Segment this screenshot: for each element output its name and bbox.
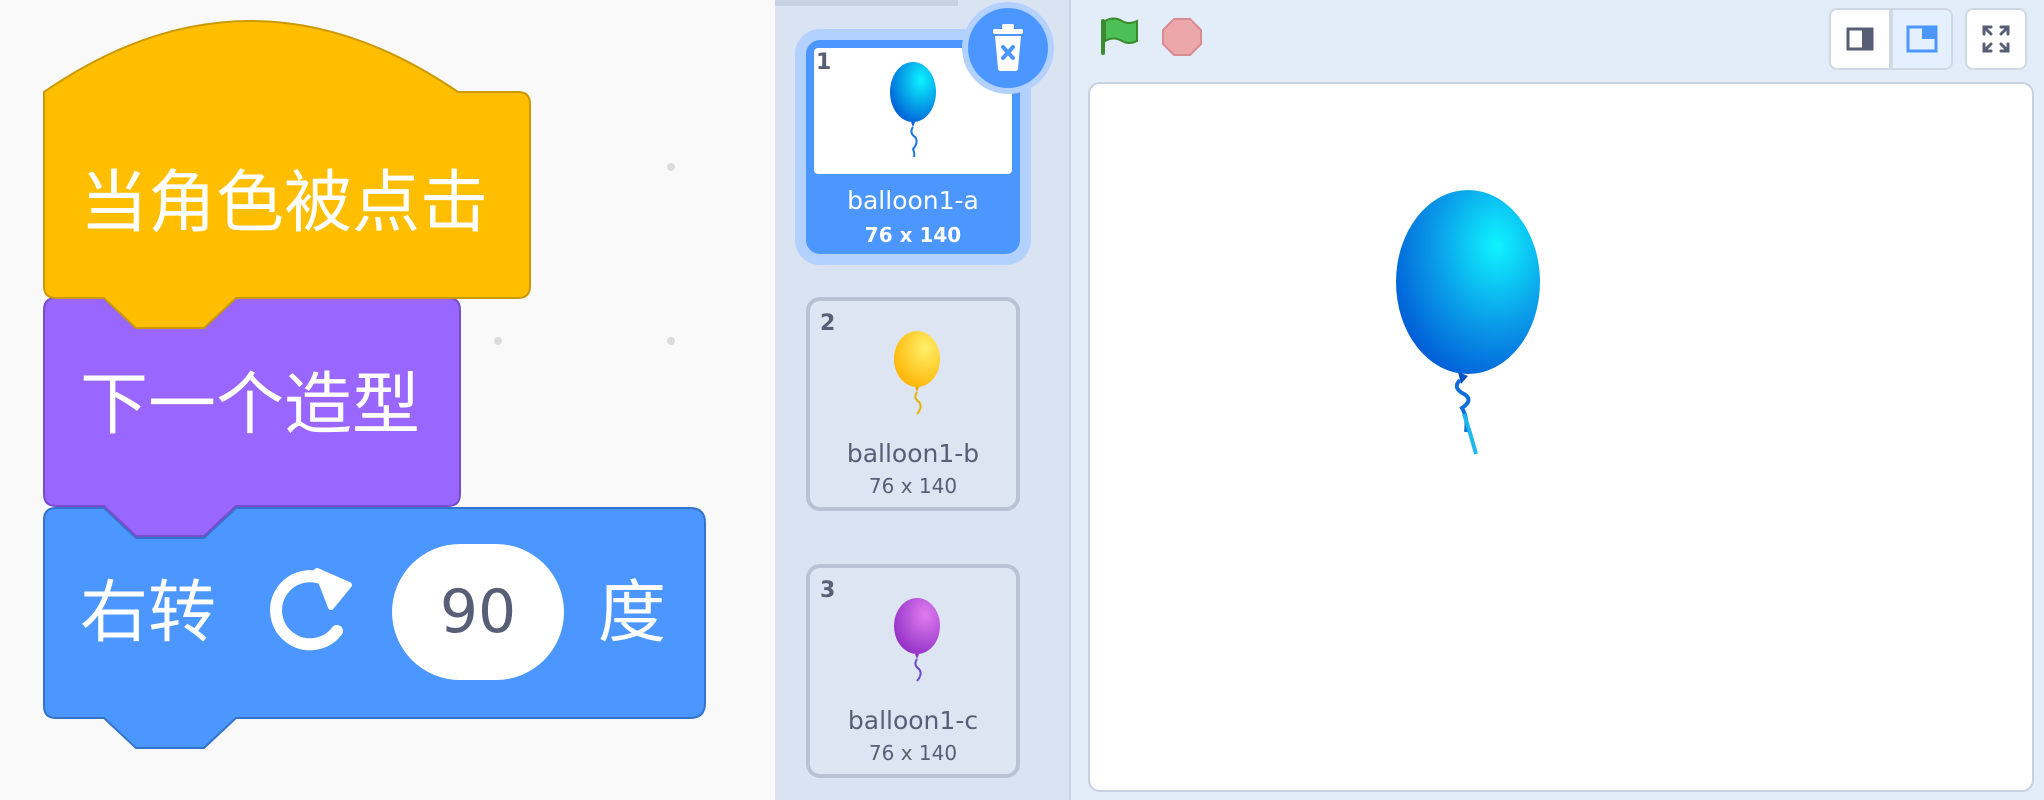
degrees-unit-label: 度	[598, 574, 667, 653]
fullscreen-icon	[1982, 25, 2010, 53]
costume-thumbnail	[818, 576, 1016, 702]
costume-size: 76 x 140	[868, 741, 958, 765]
costume-size: 76 x 140	[868, 474, 958, 498]
script-area[interactable]: 当角色被点击 下一个造型 右转 90 度	[0, 0, 775, 800]
trash-icon	[993, 24, 1023, 71]
fullscreen-button[interactable]	[1965, 8, 2027, 70]
costume-item-3[interactable]: 3 balloon1-c 76 x 140	[806, 564, 1020, 778]
costume-number: 3	[820, 578, 836, 603]
costume-name: balloon1-a	[847, 186, 979, 215]
costume-number: 2	[820, 311, 836, 336]
next-costume-label: 下一个造型	[80, 366, 421, 445]
when-sprite-clicked-label: 当角色被点击	[80, 164, 489, 243]
stage-area	[1071, 0, 2044, 800]
costume-list: 1 balloon1-a 76 x 140 2 balloon1-b 76 x …	[775, 0, 1071, 800]
costume-number: 1	[816, 50, 832, 75]
balloon-icon	[890, 62, 936, 122]
delete-costume-button[interactable]	[968, 8, 1048, 88]
costume-name: balloon1-c	[847, 706, 979, 735]
balloon-icon	[1396, 190, 1540, 374]
stop-icon[interactable]	[1159, 14, 1205, 60]
stage-canvas[interactable]	[1088, 82, 2034, 792]
degrees-input[interactable]: 90	[392, 544, 564, 680]
costume-thumbnail	[818, 309, 1016, 435]
balloon-icon	[894, 598, 940, 654]
costume-item-2[interactable]: 2 balloon1-b 76 x 140	[806, 297, 1020, 511]
turn-right-label: 右转	[80, 574, 217, 653]
panel-divider	[775, 0, 958, 6]
costume-size: 76 x 140	[864, 223, 962, 247]
costume-name: balloon1-b	[846, 439, 980, 468]
green-flag-icon[interactable]	[1095, 14, 1141, 60]
small-stage-icon	[1846, 27, 1874, 51]
normal-stage-button[interactable]	[1891, 8, 1953, 70]
balloon-icon	[894, 331, 940, 387]
normal-stage-icon	[1906, 25, 1938, 53]
balloon-sprite[interactable]	[1090, 84, 2032, 790]
small-stage-button[interactable]	[1829, 8, 1891, 70]
